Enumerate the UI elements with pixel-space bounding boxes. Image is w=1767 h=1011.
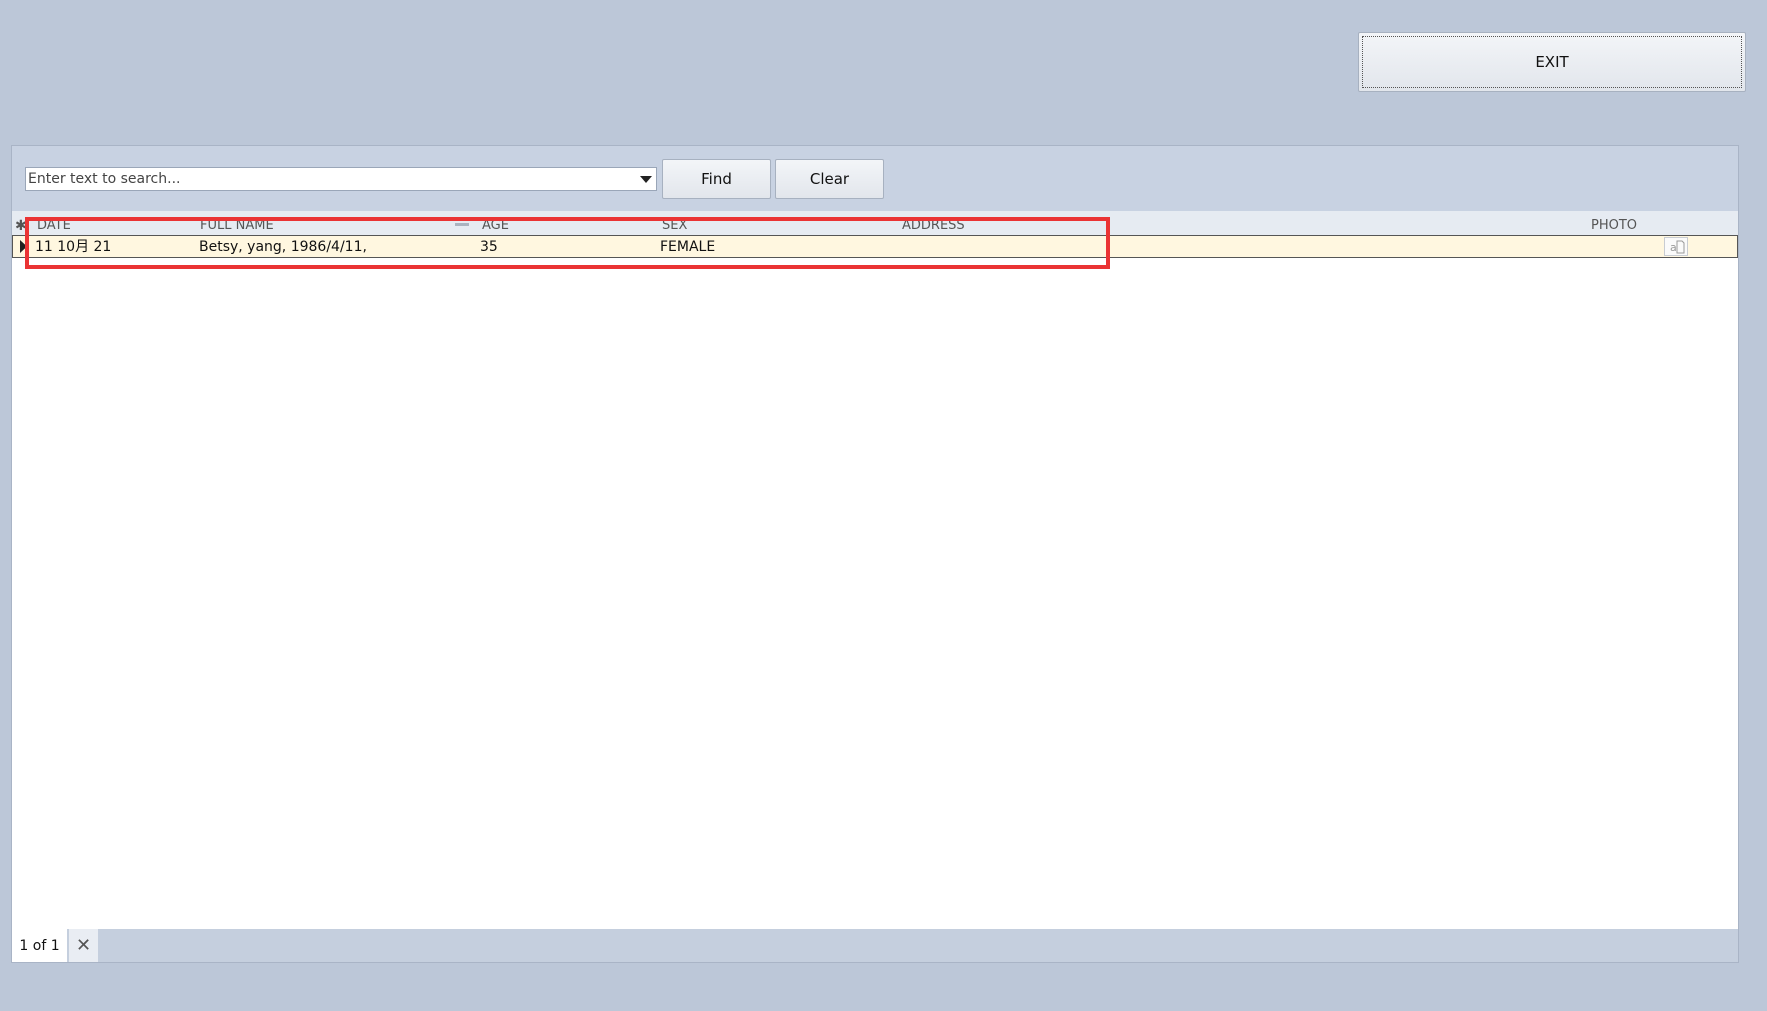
- cell-full-name[interactable]: Betsy, yang, 1986/4/11,: [199, 239, 367, 255]
- chevron-down-icon[interactable]: [636, 168, 656, 190]
- cell-sex[interactable]: FEMALE: [660, 239, 715, 255]
- cell-age[interactable]: 35: [480, 239, 498, 255]
- svg-text:a: a: [1670, 241, 1677, 254]
- exit-button[interactable]: EXIT: [1358, 32, 1746, 92]
- page-indicator: 1 of 1: [12, 929, 67, 962]
- current-row-indicator-icon: [20, 240, 27, 257]
- cell-date[interactable]: 11 10月 21: [35, 239, 111, 255]
- clear-button[interactable]: Clear: [775, 159, 884, 199]
- column-header-age[interactable]: AGE: [482, 219, 509, 233]
- search-bar: Find Clear: [12, 146, 1738, 211]
- grid-header: ✱ DATE FULL NAME AGE SEX ADDRESS PHOTO: [12, 211, 1738, 236]
- find-button[interactable]: Find: [662, 159, 771, 199]
- column-header-address[interactable]: ADDRESS: [902, 219, 965, 233]
- column-header-photo[interactable]: PHOTO: [1591, 219, 1637, 233]
- column-header-full-name[interactable]: FULL NAME: [200, 219, 274, 233]
- search-input[interactable]: [26, 169, 636, 189]
- column-header-sex[interactable]: SEX: [662, 219, 687, 233]
- column-header-date[interactable]: DATE: [37, 219, 71, 233]
- close-x-icon[interactable]: ✕: [69, 929, 98, 962]
- search-combobox[interactable]: [25, 167, 657, 191]
- photo-placeholder-icon[interactable]: a: [1664, 237, 1688, 256]
- exit-label: EXIT: [1535, 53, 1569, 71]
- grid-panel: Find Clear ✱ DATE FULL NAME AGE SEX ADDR…: [11, 145, 1739, 963]
- new-row-icon: ✱: [15, 218, 27, 234]
- grid-footer: 1 of 1 ✕: [12, 929, 1738, 962]
- table-row[interactable]: 11 10月 21 Betsy, yang, 1986/4/11, 35 FEM…: [12, 235, 1738, 258]
- sort-indicator-icon: [455, 223, 469, 226]
